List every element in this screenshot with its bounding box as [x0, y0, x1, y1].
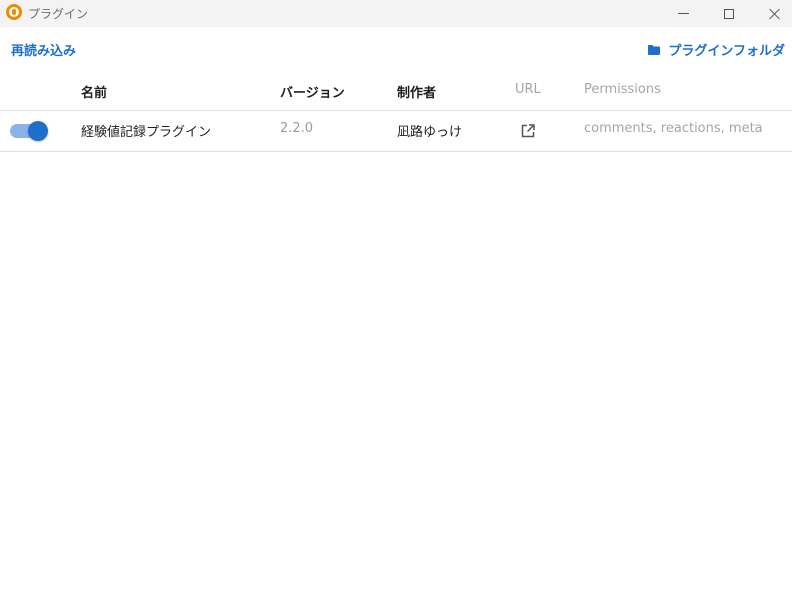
folder-icon [648, 44, 661, 55]
close-button[interactable] [752, 0, 792, 27]
minimize-button[interactable] [660, 0, 706, 27]
column-header-permissions: Permissions [584, 82, 661, 97]
title-bar: プラグイン [0, 0, 792, 27]
plugin-folder-button[interactable]: プラグインフォルダ [648, 40, 785, 59]
plugin-name-cell: 経験値記録プラグイン [81, 125, 212, 140]
plugin-url-link[interactable] [520, 123, 536, 139]
row-divider [0, 151, 792, 152]
plugin-folder-label: プラグインフォルダ [668, 44, 785, 59]
maximize-icon [724, 8, 734, 19]
header-divider [0, 110, 792, 111]
plugin-permissions-cell: comments, reactions, meta [584, 121, 763, 136]
plugin-author-cell: 凪路ゆっけ [397, 125, 463, 140]
minimize-icon [677, 13, 689, 14]
column-header-version: バージョン [280, 86, 345, 101]
window-title: プラグイン [28, 7, 89, 21]
plugin-enabled-toggle[interactable] [10, 121, 48, 141]
close-icon [769, 8, 781, 20]
maximize-button[interactable] [706, 0, 752, 27]
open-in-new-icon [521, 124, 535, 138]
column-header-url: URL [515, 82, 541, 97]
app-logo-icon [6, 4, 22, 20]
plugin-version-cell: 2.2.0 [280, 121, 314, 136]
column-header-author: 制作者 [397, 86, 437, 101]
reload-button[interactable]: 再読み込み [11, 40, 76, 59]
column-header-name: 名前 [81, 86, 108, 101]
